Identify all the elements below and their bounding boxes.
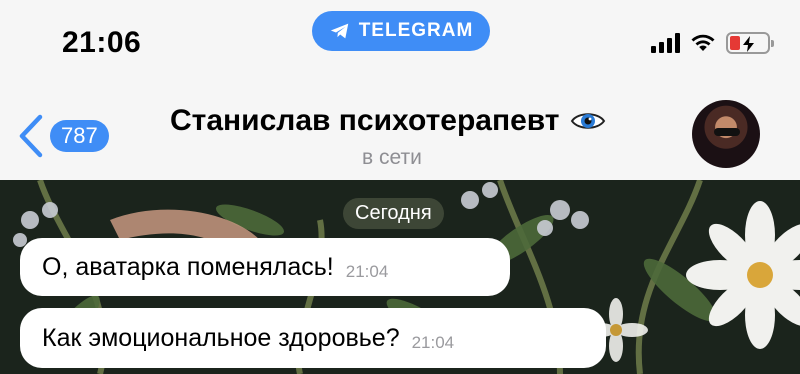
message-bubble[interactable]: Как эмоциональное здоровье? 21:04 <box>20 308 606 368</box>
message-text: О, аватарка поменялась! <box>42 252 334 281</box>
status-time: 21:06 <box>62 26 142 59</box>
chevron-left-icon <box>19 114 43 158</box>
wifi-icon <box>691 34 715 51</box>
system-icons <box>651 32 774 54</box>
status-bar: 21:06 TELEGRAM <box>0 0 800 88</box>
telegram-plane-icon <box>330 23 348 39</box>
battery-low-charging-icon <box>726 32 774 54</box>
contact-avatar[interactable] <box>692 100 760 168</box>
contact-name: Станислав психотерапевт <box>170 104 560 137</box>
message-text: Как эмоциональное здоровье? <box>42 323 400 352</box>
chat-header: 787 Станислав психотерапевт в сети <box>0 88 800 180</box>
chat-area[interactable]: Сегодня О, аватарка поменялась! 21:04 Ка… <box>0 180 800 374</box>
message-time: 21:04 <box>345 262 389 281</box>
app-pill-label: TELEGRAM <box>358 20 474 41</box>
date-separator: Сегодня <box>343 198 444 229</box>
cellular-signal-icon <box>651 33 680 53</box>
eye-emoji-icon <box>570 113 605 129</box>
back-button[interactable]: 787 <box>18 114 109 158</box>
return-to-telegram-pill[interactable]: TELEGRAM <box>312 11 490 51</box>
online-status: в сети <box>362 146 422 169</box>
contact-title-block[interactable]: Станислав психотерапевт в сети <box>170 104 640 170</box>
message-time: 21:04 <box>411 333 455 352</box>
message-bubble[interactable]: О, аватарка поменялась! 21:04 <box>20 238 510 296</box>
unread-count-badge: 787 <box>50 120 109 152</box>
